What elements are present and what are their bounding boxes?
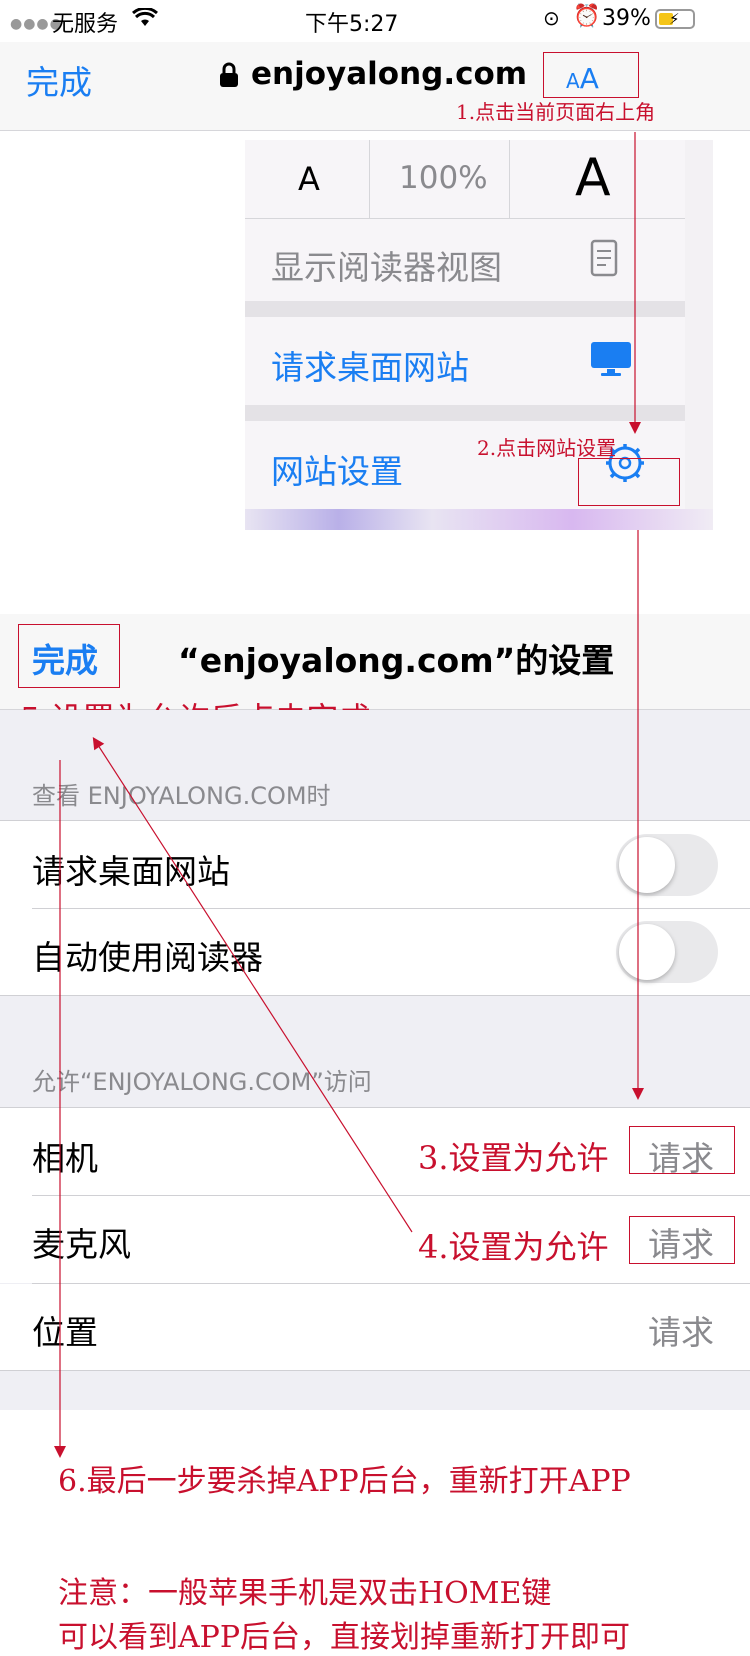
arrow-step4 — [92, 736, 413, 1233]
annotation-arrows — [54, 132, 644, 1458]
